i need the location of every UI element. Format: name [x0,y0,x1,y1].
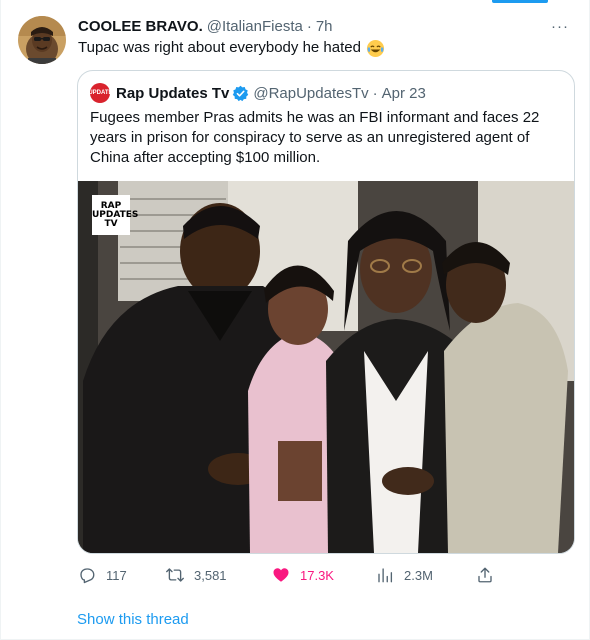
verified-badge-icon [232,85,249,102]
quoted-header-separator: · [372,84,378,102]
quoted-tweet-text: Fugees member Pras admits he was an FBI … [90,109,540,166]
tweet-header: COOLEE BRAVO. @ItalianFiesta · 7h ··· [78,16,570,36]
quoted-tweet-date[interactable]: Apr 23 [382,85,426,102]
timeline-border-left [0,0,1,640]
tweet-body: Tupac was right about everybody he hated [78,39,361,56]
author-handle[interactable]: @ItalianFiesta [207,18,303,35]
retweet-count: 3,581 [194,567,227,583]
retweet-button[interactable]: 3,581 [166,566,227,584]
like-count: 17.3K [300,567,334,583]
watermark-line: TV [104,218,118,229]
quoted-author-display-name[interactable]: Rap Updates Tv [116,85,229,102]
reply-icon [80,568,95,584]
views-chart-icon [378,568,393,583]
quoted-author-handle[interactable]: @RapUpdatesTv [253,85,368,102]
share-button[interactable] [476,566,504,584]
quoted-tweet-photo[interactable]: RAP UPDATES TV [78,181,574,553]
views-button[interactable]: 2.3M [376,566,433,584]
rap-updates-watermark: RAP UPDATES TV [92,195,138,235]
active-tab-indicator [492,0,548,3]
share-icon [478,567,492,583]
views-count: 2.3M [404,567,433,583]
heart-filled-icon [273,568,289,582]
reply-count: 117 [106,567,127,583]
tweet-timestamp[interactable]: 7h [316,18,333,35]
tweet-text: Tupac was right about everybody he hated [78,38,570,58]
author-avatar[interactable] [18,16,66,64]
quoted-tweet-header: RAP UPDATES TV Rap Updates Tv @RapUpdate… [78,83,562,103]
retweet-icon [166,568,184,582]
like-button[interactable]: 17.3K [272,566,334,584]
quoted-tweet-card[interactable]: RAP UPDATES TV Rap Updates Tv @RapUpdate… [77,70,575,554]
author-display-name[interactable]: COOLEE BRAVO. [78,18,203,35]
face-with-tears-of-joy-icon [366,39,385,58]
header-separator: · [306,17,312,35]
more-options-icon[interactable]: ··· [550,16,570,36]
reply-button[interactable]: 117 [78,566,127,584]
show-this-thread-link[interactable]: Show this thread [77,611,189,628]
tweet-actions-bar: 117 3,581 17.3K 2.3M [78,563,498,587]
quoted-author-avatar[interactable]: RAP UPDATES TV [78,83,126,103]
